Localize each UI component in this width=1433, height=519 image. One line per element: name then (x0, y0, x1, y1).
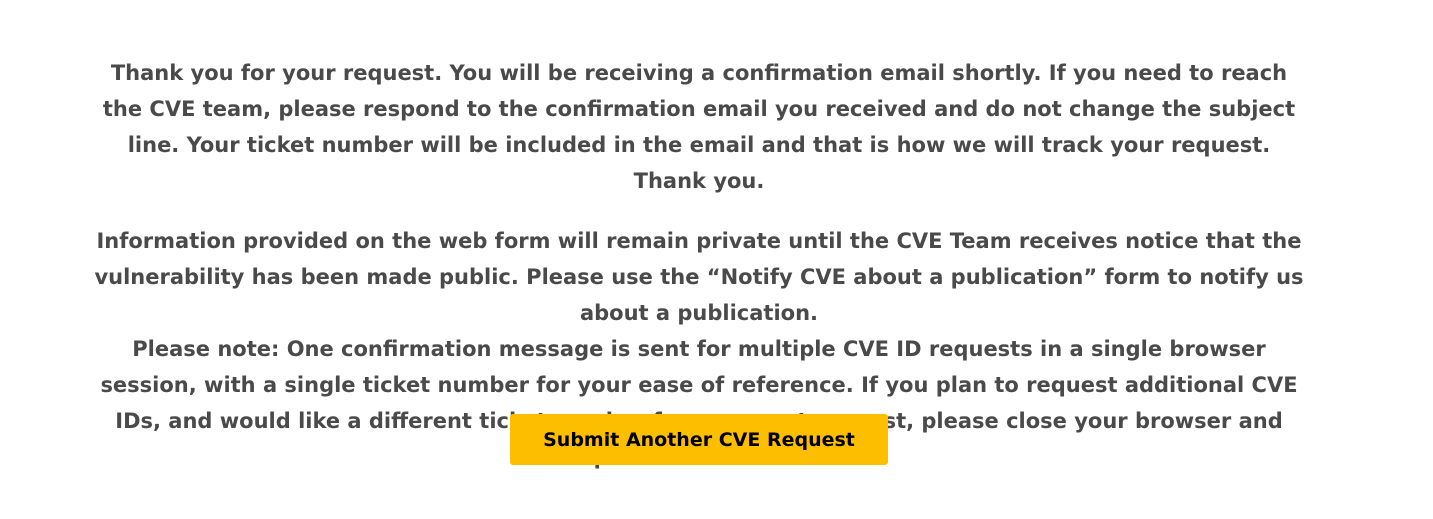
privacy-notice: Information provided on the web form wil… (94, 229, 1304, 325)
confirmation-message: Thank you for your request. You will be … (88, 55, 1310, 475)
confirmation-email-notice: Thank you for your request. You will be … (102, 61, 1296, 193)
submit-another-cve-request-button[interactable]: Submit Another CVE Request (510, 414, 888, 465)
